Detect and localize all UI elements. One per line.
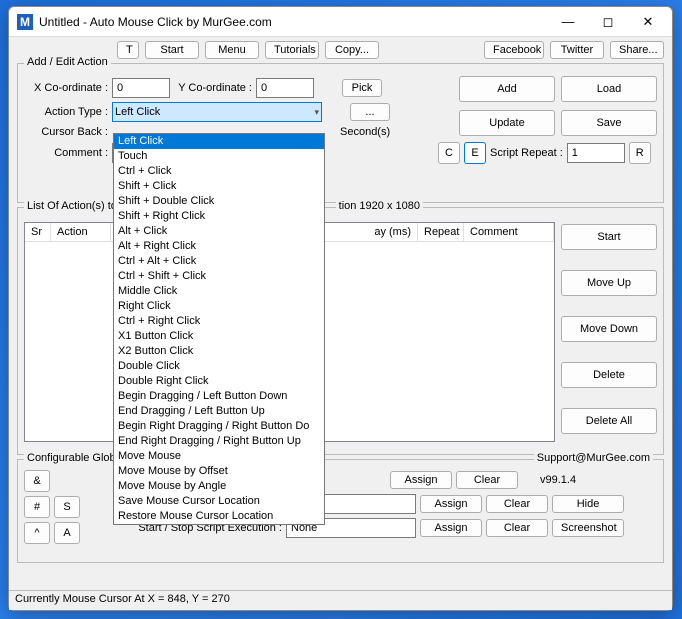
a-key-button[interactable]: A [54, 522, 80, 544]
content-area: T Start Menu Tutorials Copy... Facebook … [9, 37, 672, 590]
col-repeat: Repeat [418, 223, 464, 241]
action-type-select[interactable]: Left Click ▾ [112, 102, 322, 122]
c-button[interactable]: C [438, 142, 460, 164]
chevron-down-icon: ▾ [314, 107, 319, 118]
script-repeat-label: Script Repeat : [490, 147, 563, 159]
y-coord-label: Y Co-ordinate : [174, 82, 252, 94]
support-label: Support@MurGee.com [534, 452, 653, 464]
dropdown-option[interactable]: Begin Right Dragging / Right Button Do [114, 419, 324, 434]
dropdown-option[interactable]: Left Click [114, 134, 324, 149]
status-bar: Currently Mouse Cursor At X = 848, Y = 2… [9, 590, 672, 610]
dropdown-option[interactable]: X2 Button Click [114, 344, 324, 359]
script-repeat-input[interactable] [567, 143, 625, 163]
dropdown-option[interactable]: Move Mouse by Angle [114, 479, 324, 494]
titlebar: M Untitled - Auto Mouse Click by MurGee.… [9, 7, 672, 37]
copy-button[interactable]: Copy... [325, 41, 379, 59]
caret-button[interactable]: ^ [24, 522, 50, 544]
col-sr: Sr [25, 223, 51, 241]
app-icon: M [17, 14, 33, 30]
dropdown-option[interactable]: Shift + Double Click [114, 194, 324, 209]
dropdown-option[interactable]: Ctrl + Shift + Click [114, 269, 324, 284]
cursor-back-label: Cursor Back : [24, 126, 108, 138]
window-title: Untitled - Auto Mouse Click by MurGee.co… [39, 15, 548, 29]
clear-button-3[interactable]: Clear [486, 519, 548, 537]
menu-button[interactable]: Menu [205, 41, 259, 59]
dropdown-option[interactable]: Right Click [114, 299, 324, 314]
s-key-button[interactable]: S [54, 496, 80, 518]
add-button[interactable]: Add [459, 76, 555, 102]
dropdown-option[interactable]: Begin Dragging / Left Button Down [114, 389, 324, 404]
add-edit-legend: Add / Edit Action [24, 56, 111, 68]
dropdown-option[interactable]: Double Right Click [114, 374, 324, 389]
dropdown-option[interactable]: Ctrl + Click [114, 164, 324, 179]
dropdown-option[interactable]: Ctrl + Right Click [114, 314, 324, 329]
list-legend: List Of Action(s) to [24, 200, 120, 212]
r-button[interactable]: R [629, 142, 651, 164]
col-action: Action [51, 223, 111, 241]
start-button-top[interactable]: Start [145, 41, 199, 59]
hide-button[interactable]: Hide [552, 495, 624, 513]
dropdown-option[interactable]: Show Desktop [114, 524, 324, 525]
delete-button[interactable]: Delete [561, 362, 657, 388]
dropdown-option[interactable]: Ctrl + Alt + Click [114, 254, 324, 269]
t-button[interactable]: T [117, 41, 139, 59]
assign-button-2[interactable]: Assign [420, 495, 482, 513]
config-legend: Configurable Globa [24, 452, 125, 464]
update-button[interactable]: Update [459, 110, 555, 136]
clear-button-1[interactable]: Clear [456, 471, 518, 489]
y-coord-input[interactable] [256, 78, 314, 98]
dropdown-option[interactable]: Save Mouse Cursor Location [114, 494, 324, 509]
dropdown-option[interactable]: Shift + Right Click [114, 209, 324, 224]
minimize-button[interactable]: — [548, 8, 588, 36]
move-up-button[interactable]: Move Up [561, 270, 657, 296]
dropdown-option[interactable]: Alt + Click [114, 224, 324, 239]
dropdown-option[interactable]: Middle Click [114, 284, 324, 299]
comment-label: Comment : [24, 147, 108, 159]
maximize-button[interactable]: ◻ [588, 8, 628, 36]
dropdown-option[interactable]: Shift + Click [114, 179, 324, 194]
ellipsis-button[interactable]: ... [350, 103, 390, 121]
clear-button-2[interactable]: Clear [486, 495, 548, 513]
action-type-dropdown[interactable]: Left ClickTouchCtrl + ClickShift + Click… [113, 133, 325, 525]
assign-button-3[interactable]: Assign [420, 519, 482, 537]
dropdown-option[interactable]: X1 Button Click [114, 329, 324, 344]
resolution-label: tion 1920 x 1080 [336, 200, 423, 212]
load-button[interactable]: Load [561, 76, 657, 102]
amp-button[interactable]: & [24, 470, 50, 492]
pick-button[interactable]: Pick [342, 79, 382, 97]
seconds-label: Second(s) [340, 126, 390, 138]
action-type-label: Action Type : [24, 106, 108, 118]
x-coord-input[interactable] [112, 78, 170, 98]
dropdown-option[interactable]: Restore Mouse Cursor Location [114, 509, 324, 524]
delete-all-button[interactable]: Delete All [561, 408, 657, 434]
start-button[interactable]: Start [561, 224, 657, 250]
tutorials-button[interactable]: Tutorials [265, 41, 319, 59]
status-text: Currently Mouse Cursor At X = 848, Y = 2… [15, 593, 230, 605]
screenshot-button[interactable]: Screenshot [552, 519, 624, 537]
dropdown-option[interactable]: Double Click [114, 359, 324, 374]
version-label: v99.1.4 [540, 474, 576, 486]
move-down-button[interactable]: Move Down [561, 316, 657, 342]
dropdown-option[interactable]: Move Mouse by Offset [114, 464, 324, 479]
dropdown-option[interactable]: Alt + Right Click [114, 239, 324, 254]
x-coord-label: X Co-ordinate : [24, 82, 108, 94]
app-window: M Untitled - Auto Mouse Click by MurGee.… [8, 6, 673, 611]
facebook-button[interactable]: Facebook [484, 41, 544, 59]
hash-button[interactable]: # [24, 496, 50, 518]
col-comment: Comment [464, 223, 554, 241]
dropdown-option[interactable]: End Dragging / Left Button Up [114, 404, 324, 419]
e-button[interactable]: E [464, 142, 486, 164]
dropdown-option[interactable]: End Right Dragging / Right Button Up [114, 434, 324, 449]
save-button[interactable]: Save [561, 110, 657, 136]
action-type-value: Left Click [115, 106, 160, 118]
twitter-button[interactable]: Twitter [550, 41, 604, 59]
dropdown-option[interactable]: Touch [114, 149, 324, 164]
close-button[interactable]: ✕ [628, 8, 668, 36]
assign-button-1[interactable]: Assign [390, 471, 452, 489]
dropdown-option[interactable]: Move Mouse [114, 449, 324, 464]
share-button[interactable]: Share... [610, 41, 664, 59]
